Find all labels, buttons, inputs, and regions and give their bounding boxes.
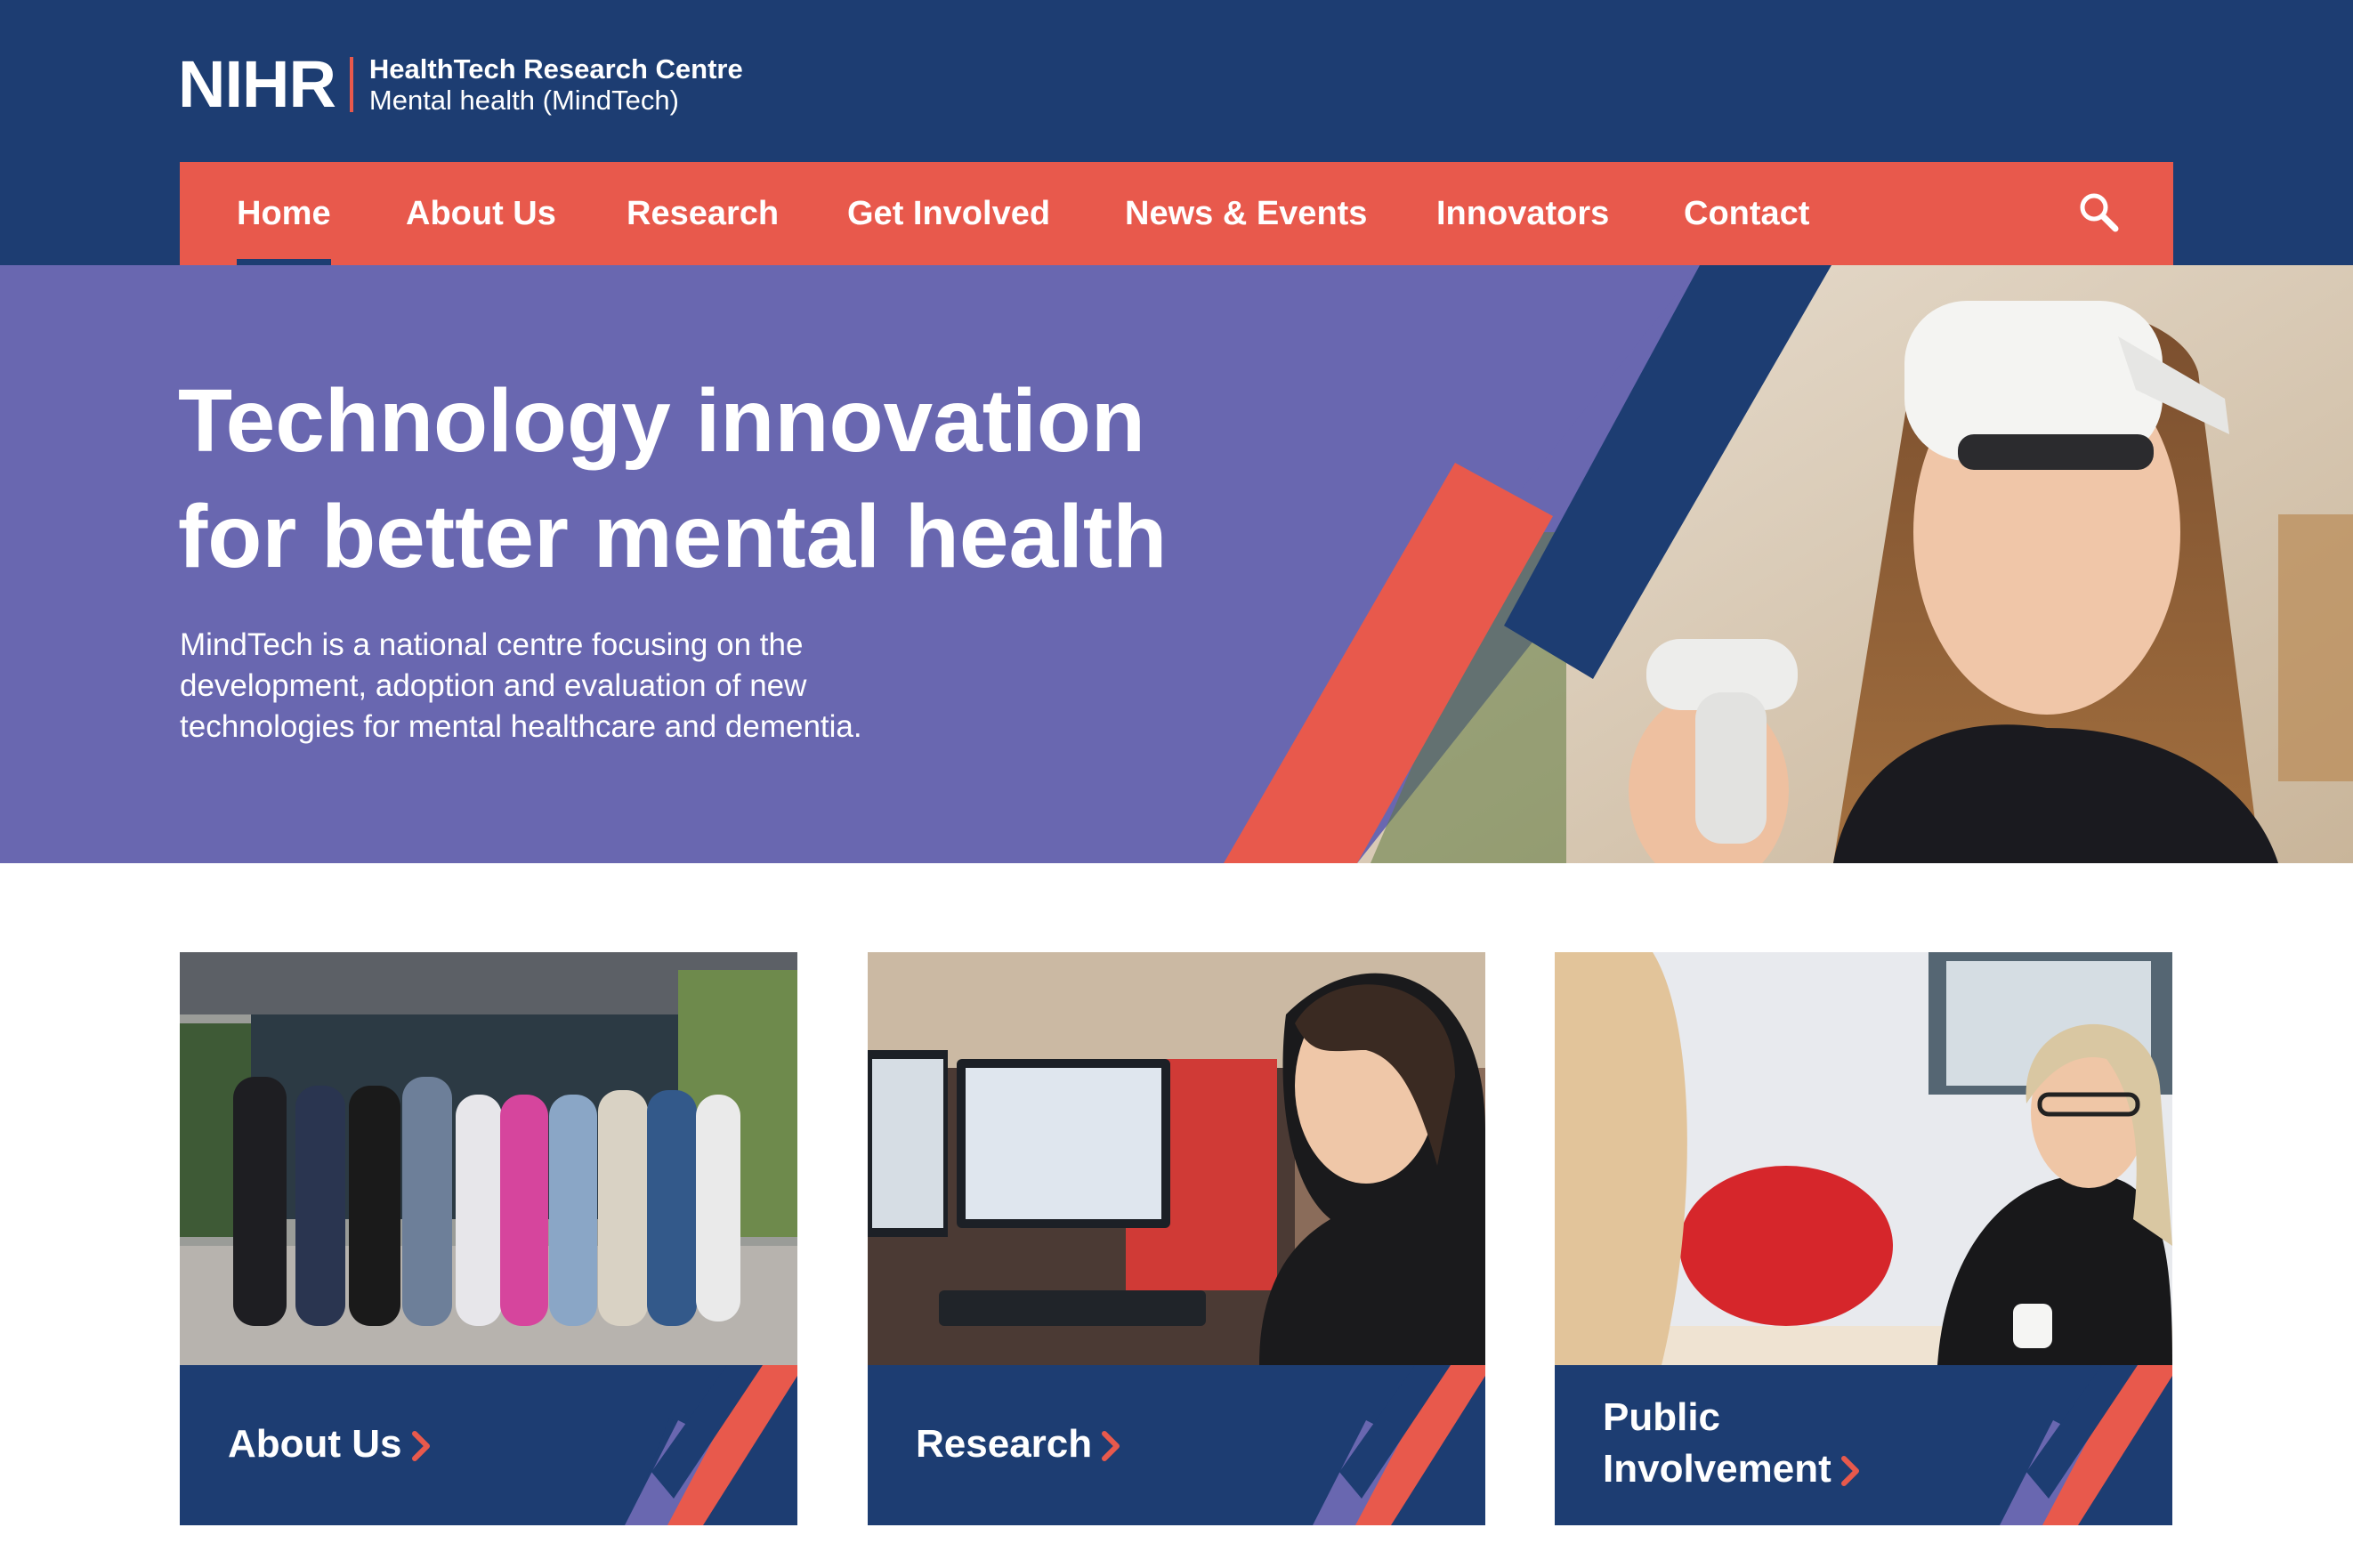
- public-involvement-photo: [1555, 952, 2172, 1365]
- chevron-right-icon: [411, 1431, 430, 1462]
- nihr-logo-mark: NIHR: [178, 47, 336, 121]
- chevron-right-icon: [1840, 1456, 1859, 1487]
- card-label-about-us: About Us: [228, 1418, 433, 1470]
- hero-title-line-2: for better mental health: [178, 487, 1168, 586]
- hero-banner: Technology innovation for better mental …: [0, 265, 2353, 863]
- search-icon: [2080, 193, 2119, 232]
- nav-item-contact[interactable]: Contact: [1684, 162, 1809, 265]
- researcher-desk-photo: [868, 952, 1485, 1365]
- card-label-research: Research: [916, 1418, 1122, 1470]
- card-label-text-line-2: Involvement: [1603, 1447, 1831, 1491]
- card-about-us[interactable]: About Us: [180, 952, 797, 1525]
- card-public-involvement[interactable]: Public Involvement: [1555, 952, 2172, 1525]
- card-label-text: Research: [916, 1422, 1093, 1466]
- hero-description: MindTech is a national centre focusing o…: [180, 627, 862, 744]
- card-research[interactable]: Research: [868, 952, 1485, 1525]
- nav-item-get-involved[interactable]: Get Involved: [847, 162, 1050, 265]
- card-label-public-involvement: Public Involvement: [1603, 1392, 1977, 1495]
- logo-text: HealthTech Research Centre Mental health…: [369, 53, 743, 116]
- main-nav: Home About Us Research Get Involved News…: [180, 162, 2173, 265]
- chevron-right-icon: [1102, 1431, 1120, 1462]
- nav-item-research[interactable]: Research: [627, 162, 779, 265]
- card-label-text-line-1: Public: [1603, 1395, 1721, 1439]
- logo-line-2: Mental health (MindTech): [368, 85, 679, 116]
- nav-item-innovators[interactable]: Innovators: [1436, 162, 1609, 265]
- logo-divider: [349, 57, 353, 112]
- nav-item-about-us[interactable]: About Us: [406, 162, 556, 265]
- team-group-photo: [180, 952, 797, 1365]
- hero-title-line-1: Technology innovation: [178, 371, 1146, 471]
- nav-item-news-events[interactable]: News & Events: [1125, 162, 1367, 265]
- card-label-text: About Us: [228, 1422, 402, 1466]
- nav-item-home[interactable]: Home: [237, 162, 331, 265]
- card-footer: Research: [868, 1365, 1485, 1525]
- card-footer: Public Involvement: [1555, 1365, 2172, 1525]
- site-logo[interactable]: NIHR HealthTech Research Centre Mental h…: [178, 52, 743, 117]
- search-button[interactable]: [2075, 189, 2125, 238]
- card-footer: About Us: [180, 1365, 797, 1525]
- site-header: NIHR HealthTech Research Centre Mental h…: [0, 0, 2353, 265]
- logo-line-1: HealthTech Research Centre: [368, 53, 743, 85]
- hero-title: Technology innovation for better mental …: [178, 363, 1335, 594]
